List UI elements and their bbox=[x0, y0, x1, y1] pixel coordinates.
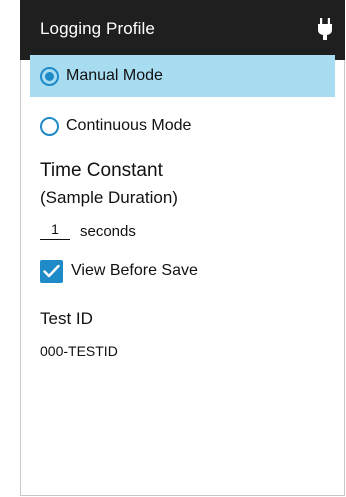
view-before-save-checkbox[interactable]: View Before Save bbox=[40, 258, 198, 284]
continuous-mode-option[interactable]: Continuous Mode bbox=[30, 105, 335, 147]
continuous-mode-label: Continuous Mode bbox=[66, 117, 192, 134]
view-before-save-label: View Before Save bbox=[71, 262, 198, 279]
time-constant-row: seconds bbox=[40, 218, 136, 240]
checkbox-checked-icon[interactable] bbox=[40, 259, 63, 283]
app-header: Logging Profile bbox=[20, 0, 345, 60]
time-constant-input[interactable] bbox=[40, 219, 70, 240]
radio-unselected-icon[interactable] bbox=[40, 116, 59, 136]
test-id-label: Test ID bbox=[40, 309, 93, 328]
test-id-value: 000-TESTID bbox=[40, 343, 118, 359]
manual-mode-label: Manual Mode bbox=[66, 67, 163, 84]
time-constant-unit: seconds bbox=[80, 223, 136, 240]
time-constant-subtitle: (Sample Duration) bbox=[40, 188, 178, 207]
radio-selected-icon[interactable] bbox=[40, 66, 59, 86]
manual-mode-option[interactable]: Manual Mode bbox=[30, 55, 335, 97]
time-constant-title: Time Constant bbox=[40, 160, 163, 181]
page-title: Logging Profile bbox=[40, 19, 155, 38]
plug-icon bbox=[318, 18, 332, 40]
